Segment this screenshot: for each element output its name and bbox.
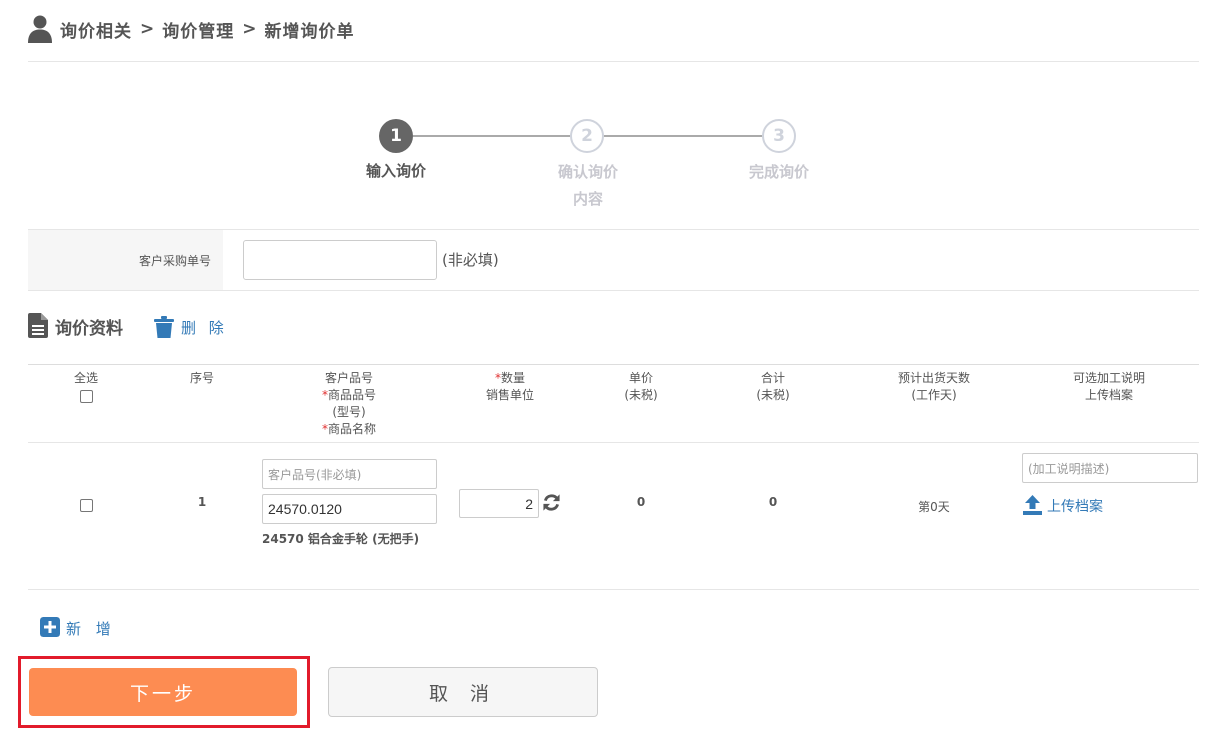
header-total-note: (未税) xyxy=(756,388,790,402)
select-all-label: 全选 xyxy=(73,371,98,385)
quantity-value: 2 xyxy=(525,495,533,512)
step-connector xyxy=(413,135,570,137)
header-customer-part: 客户品号 xyxy=(324,371,373,385)
header-product-name: 商品名称 xyxy=(327,422,376,436)
header-product-code-line: *商品品号 xyxy=(289,387,409,404)
add-row-button[interactable]: 新 增 xyxy=(66,618,116,639)
step-1-circle: 1 xyxy=(379,119,413,153)
document-icon xyxy=(28,313,48,338)
breadcrumb-item-new: 新增询价单 xyxy=(264,21,355,42)
header-sales-unit: 销售单位 xyxy=(485,388,534,402)
header-quantity-label: 数量 xyxy=(500,371,525,385)
section-title: 询价资料 xyxy=(55,319,123,339)
product-code-input[interactable]: 24570.0120 xyxy=(262,494,437,524)
header-product-code: 商品品号 xyxy=(327,388,376,402)
next-step-button[interactable]: 下一步 xyxy=(29,668,297,716)
plus-icon[interactable] xyxy=(40,617,60,637)
breadcrumb-item-management[interactable]: 询价管理 xyxy=(162,17,234,42)
table-top-border xyxy=(28,364,1199,365)
step-2-circle: 2 xyxy=(570,119,604,153)
header-model: (型号) xyxy=(332,405,366,419)
header-seq: 序号 xyxy=(189,371,214,385)
customer-po-input[interactable] xyxy=(243,240,437,280)
header-quantity-line: *数量 xyxy=(460,370,560,387)
customer-po-label: 客户采购单号 xyxy=(28,230,223,290)
header-product: 客户品号 *商品品号 (型号) *商品名称 xyxy=(289,370,409,438)
header-select-all: 全选 xyxy=(56,370,116,387)
step-2-label: 确认询价 xyxy=(557,163,618,181)
step-2-label-line2: 内容 xyxy=(572,190,603,208)
header-lead-days-label: 预计出货天数 xyxy=(897,371,970,385)
table-header-border xyxy=(28,442,1199,443)
select-all-checkbox[interactable] xyxy=(80,390,93,403)
row-seq: 1 xyxy=(197,495,207,509)
lead-days: 第0天 xyxy=(918,500,950,514)
product-code-value: 24570.0120 xyxy=(268,501,342,517)
header-unit-price: 单价 (未税) xyxy=(601,370,681,404)
cancel-button[interactable]: 取 消 xyxy=(328,667,598,717)
product-name: 24570 铝合金手轮 (无把手) xyxy=(262,532,420,546)
header-total-label: 合计 xyxy=(760,371,785,385)
customer-part-placeholder: 客户品号(非必填) xyxy=(268,467,362,482)
customer-part-input[interactable]: 客户品号(非必填) xyxy=(262,459,437,489)
upload-icon[interactable] xyxy=(1023,495,1042,515)
header-quantity: *数量 销售单位 xyxy=(460,370,560,404)
step-1-label: 输入询价 xyxy=(365,162,426,180)
divider xyxy=(28,61,1199,62)
customer-po-hint: (非必填) xyxy=(442,251,499,269)
quantity-input[interactable]: 2 xyxy=(459,489,539,518)
trash-icon[interactable] xyxy=(154,316,174,338)
header-processing: 可选加工说明 上传档案 xyxy=(1049,370,1169,404)
user-icon xyxy=(28,15,52,43)
delete-button[interactable]: 删 除 xyxy=(181,317,228,338)
row-checkbox[interactable] xyxy=(80,499,93,512)
header-lead-days-note: (工作天) xyxy=(911,388,957,402)
row-total: 0 xyxy=(768,495,778,509)
header-total: 合计 (未税) xyxy=(733,370,813,404)
step-connector xyxy=(604,135,762,137)
header-processing-label: 可选加工说明 xyxy=(1072,371,1145,385)
divider xyxy=(28,290,1199,291)
table-bottom-border xyxy=(28,589,1199,590)
refresh-icon[interactable] xyxy=(542,493,561,512)
header-unit-price-note: (未税) xyxy=(624,388,658,402)
header-unit-price-label: 单价 xyxy=(628,371,653,385)
breadcrumb-separator: > xyxy=(140,19,155,39)
step-3-circle: 3 xyxy=(762,119,796,153)
unit-price: 0 xyxy=(636,495,646,509)
upload-link[interactable]: 上传档案 xyxy=(1047,496,1103,516)
header-lead-days: 预计出货天数 (工作天) xyxy=(874,370,994,404)
breadcrumb: 询价相关 > 询价管理 > 新增询价单 xyxy=(28,14,355,44)
header-product-name-line: *商品名称 xyxy=(289,421,409,438)
processing-input[interactable]: (加工说明描述) xyxy=(1022,453,1198,483)
header-upload: 上传档案 xyxy=(1084,388,1133,402)
breadcrumb-item-inquiry[interactable]: 询价相关 xyxy=(60,17,132,42)
breadcrumb-separator: > xyxy=(242,19,257,39)
processing-placeholder: (加工说明描述) xyxy=(1028,461,1110,476)
step-3-label: 完成询价 xyxy=(748,163,809,181)
